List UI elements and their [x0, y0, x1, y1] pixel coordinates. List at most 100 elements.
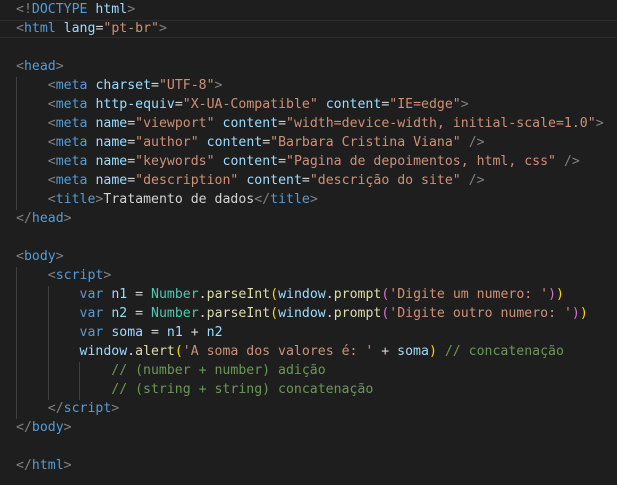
code-token: var — [79, 325, 104, 340]
code-line[interactable]: // (number + number) adição — [0, 362, 325, 380]
code-token: head — [23, 59, 56, 74]
code-line[interactable]: <body> — [0, 248, 64, 266]
code-token: = — [127, 154, 136, 169]
code-line[interactable]: </head> — [0, 210, 72, 228]
code-token: head — [31, 211, 64, 226]
code-line[interactable]: </script> — [0, 400, 119, 418]
code-token: body — [23, 249, 56, 264]
code-token: "description" — [135, 173, 239, 188]
code-line[interactable]: <meta name="viewport" content="width=dev… — [0, 115, 604, 133]
code-line[interactable]: </body> — [0, 419, 72, 437]
code-line[interactable]: <meta name="keywords" content="Pagina de… — [0, 153, 580, 171]
code-token: = — [127, 173, 136, 188]
code-line[interactable]: </html> — [0, 457, 72, 475]
code-token: alert — [135, 344, 175, 359]
code-token: n2 — [111, 306, 128, 321]
code-token: /> — [468, 173, 485, 188]
code-line[interactable]: <head> — [0, 58, 64, 76]
code-token: < — [16, 21, 24, 36]
code-token: > — [309, 192, 318, 207]
code-token: = — [262, 135, 271, 150]
code-line[interactable]: var n2 = Number.parseInt(window.prompt('… — [0, 305, 588, 323]
code-token: = — [174, 97, 183, 112]
code-token: var — [79, 306, 104, 321]
code-token: </ — [16, 420, 32, 435]
code-token: http-equiv — [95, 97, 175, 112]
code-token: "descrição do site" — [309, 173, 461, 188]
code-token: meta — [55, 154, 88, 169]
code-token: n1 — [166, 325, 183, 340]
code-line[interactable] — [0, 229, 16, 247]
code-token: . — [325, 306, 334, 321]
code-token: parseInt — [206, 287, 271, 302]
code-token: > — [460, 97, 469, 112]
code-token: "X-UA-Compatible" — [182, 97, 318, 112]
code-line[interactable]: <meta charset="UTF-8"> — [0, 77, 223, 95]
code-line[interactable]: <script> — [0, 267, 112, 285]
code-token: content — [222, 154, 279, 169]
code-token: + — [182, 325, 207, 340]
code-token: meta — [55, 173, 88, 188]
code-token: ) — [548, 287, 557, 302]
code-token: < — [47, 97, 56, 112]
code-token: "Barbara Cristina Viana" — [270, 135, 461, 150]
code-token: script — [55, 268, 104, 283]
code-token: soma — [397, 344, 429, 359]
code-token: > — [595, 116, 604, 131]
code-token: content — [222, 116, 279, 131]
code-token: html — [95, 2, 128, 17]
code-token: title — [55, 192, 96, 207]
code-editor[interactable]: <!DOCTYPE html> <html lang="pt-br"> <head>… — [0, 0, 617, 485]
code-token: name — [95, 154, 128, 169]
code-line[interactable] — [0, 438, 16, 456]
code-token: > — [55, 59, 64, 74]
code-token: content — [206, 135, 263, 150]
code-line[interactable]: var n1 = Number.parseInt(window.prompt('… — [0, 286, 564, 304]
code-line[interactable]: <meta name="description" content="descri… — [0, 172, 485, 190]
code-token: Number — [151, 287, 199, 302]
code-token: ( — [270, 306, 279, 321]
code-token: . — [198, 306, 207, 321]
code-line[interactable]: <meta http-equiv="X-UA-Compatible" conte… — [0, 96, 469, 114]
code-token: "IE=edge" — [389, 97, 461, 112]
code-token: name — [95, 116, 128, 131]
code-token: DOCTYPE — [31, 2, 88, 17]
code-line[interactable]: <html lang="pt-br"> — [0, 20, 617, 38]
code-token: = — [151, 78, 159, 93]
code-token: = — [301, 173, 310, 188]
code-line[interactable]: window.alert('A soma dos valores é: ' + … — [0, 343, 564, 361]
code-line[interactable]: <meta name="author" content="Barbara Cri… — [0, 134, 485, 152]
code-token: = — [127, 116, 136, 131]
code-line[interactable]: <title>Tratamento de dados</title> — [0, 191, 318, 209]
code-line[interactable]: // (string + string) concatenação — [0, 381, 373, 399]
code-token: n2 — [206, 325, 223, 340]
code-token: html — [23, 21, 56, 36]
code-token: window — [278, 306, 326, 321]
code-token: < — [47, 78, 56, 93]
code-token: meta — [55, 78, 88, 93]
code-token: title — [270, 192, 310, 207]
code-token: > — [103, 268, 112, 283]
code-line[interactable]: var soma = n1 + n2 — [0, 324, 223, 342]
code-token: > — [214, 78, 223, 93]
code-token: ) — [579, 306, 588, 321]
code-token: = — [127, 287, 152, 302]
code-line[interactable] — [0, 39, 16, 57]
code-token: < — [16, 59, 24, 74]
code-token: /> — [563, 154, 580, 169]
code-token: "UTF-8" — [158, 78, 215, 93]
code-line[interactable]: <!DOCTYPE html> — [0, 1, 135, 19]
code-token: ) — [428, 344, 437, 359]
